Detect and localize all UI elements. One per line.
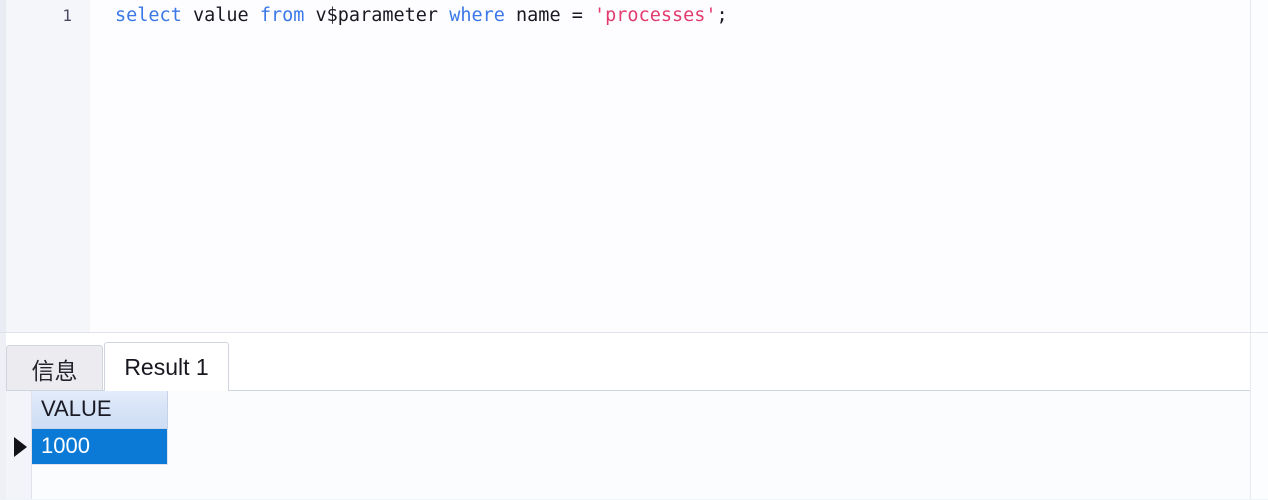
table-row[interactable]: 1000 [32,429,168,465]
code-token-plain-6: v$parameter [315,5,439,26]
code-token-plain-10: name [516,5,561,26]
grid-header-row: VALUE [32,391,168,429]
sql-editor-text-area[interactable]: select value from v$parameter where name… [90,0,1250,332]
code-token-keyword-4: from [259,5,305,26]
editor-line-number-gutter: 1 [6,0,90,332]
code-token-keyword-0: select [115,5,182,26]
code-token-plain-13 [583,5,594,26]
triangle-right-icon [13,437,27,457]
code-token-keyword-8: where [449,5,505,26]
code-token-plain-5 [304,5,315,26]
editor-vertical-scrollbar[interactable] [1250,0,1268,332]
code-token-plain-2: value [192,5,249,26]
code-token-plain-11 [561,5,572,26]
code-token-plain-7 [438,5,449,26]
grid-cell-value[interactable]: 1000 [32,429,168,465]
tab-result-1-label: Result 1 [124,353,209,380]
tab-messages[interactable]: 信息 [6,345,103,391]
sql-client-window: 1 select value from v$parameter where na… [0,0,1268,500]
tab-result-1[interactable]: Result 1 [104,342,229,391]
code-token-plain-12: = [571,5,583,26]
line-number: 1 [62,6,72,25]
code-token-punct-15: ; [716,5,728,26]
grid-table: VALUE 1000 [32,391,168,465]
current-row-indicator [6,429,32,465]
results-vertical-scrollbar[interactable] [1250,333,1268,500]
sql-editor-pane[interactable]: 1 select value from v$parameter where na… [0,0,1268,333]
tab-messages-label: 信息 [31,357,78,384]
results-pane: 信息 Result 1 VALUE 1000 [0,333,1268,500]
code-token-plain-3 [249,5,260,26]
tab-strip-filler [229,344,1250,391]
code-token-string-14: 'processes' [594,5,717,26]
code-token-plain-9 [505,5,516,26]
code-line-1[interactable]: select value from v$parameter where name… [90,0,1250,32]
result-grid[interactable]: VALUE 1000 [6,391,1250,500]
grid-column-header-value[interactable]: VALUE [32,391,168,429]
results-tab-strip: 信息 Result 1 [6,342,1250,391]
code-token-plain-1 [182,5,193,26]
